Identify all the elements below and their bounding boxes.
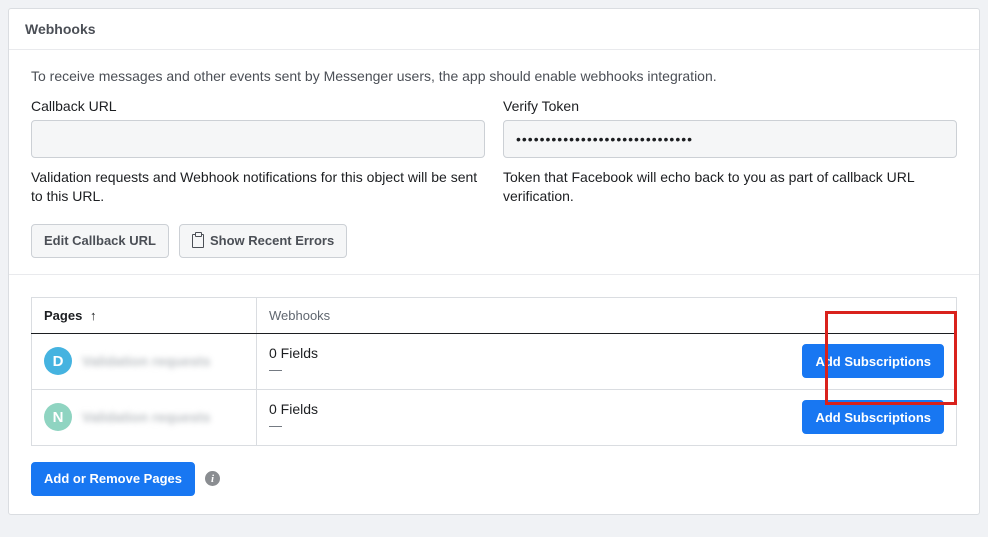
webhooks-cell: 0 Fields — Add Subscriptions — [257, 389, 957, 445]
page-cell: D Validation requests — [32, 333, 257, 389]
card-header: Webhooks — [9, 9, 979, 50]
add-subscriptions-button[interactable]: Add Subscriptions — [802, 344, 944, 378]
webhooks-card: Webhooks To receive messages and other e… — [8, 8, 980, 515]
callback-url-help: Validation requests and Webhook notifica… — [31, 168, 485, 206]
sort-ascending-icon: ↑ — [90, 308, 97, 323]
page-cell: N Validation requests — [32, 389, 257, 445]
page-name: Validation requests — [82, 409, 210, 425]
show-recent-errors-button[interactable]: Show Recent Errors — [179, 224, 347, 258]
callback-url-input[interactable] — [31, 120, 485, 158]
fields-info: 0 Fields — — [269, 344, 318, 379]
pages-column-label: Pages — [44, 308, 82, 323]
pages-column-header[interactable]: Pages ↑ — [32, 297, 257, 333]
fields-dash: — — [269, 362, 318, 379]
table-row: N Validation requests 0 Fields — Add Sub… — [32, 389, 957, 445]
fields-count: 0 Fields — [269, 400, 318, 418]
verify-token-label: Verify Token — [503, 98, 957, 114]
fields-count: 0 Fields — [269, 344, 318, 362]
webhooks-column-header: Webhooks — [257, 297, 957, 333]
fields-dash: — — [269, 418, 318, 435]
avatar: D — [44, 347, 72, 375]
page-name: Validation requests — [82, 353, 210, 369]
table-row: D Validation requests 0 Fields — Add Sub… — [32, 333, 957, 389]
form-row: Callback URL Verify Token — [31, 98, 957, 158]
add-subscriptions-button[interactable]: Add Subscriptions — [802, 400, 944, 434]
add-or-remove-pages-label: Add or Remove Pages — [44, 471, 182, 486]
info-icon[interactable]: i — [205, 471, 220, 486]
edit-callback-url-button[interactable]: Edit Callback URL — [31, 224, 169, 258]
table-section: Pages ↑ Webhooks D Validation requests — [9, 275, 979, 514]
card-body: To receive messages and other events sen… — [9, 50, 979, 274]
footer-row: Add or Remove Pages i — [31, 462, 957, 496]
avatar: N — [44, 403, 72, 431]
button-row: Edit Callback URL Show Recent Errors — [31, 224, 957, 258]
edit-callback-url-label: Edit Callback URL — [44, 233, 156, 248]
verify-token-col: Verify Token — [503, 98, 957, 158]
pages-table: Pages ↑ Webhooks D Validation requests — [31, 297, 957, 446]
card-title: Webhooks — [25, 21, 96, 37]
webhooks-column-label: Webhooks — [269, 308, 330, 323]
add-subscriptions-label: Add Subscriptions — [815, 410, 931, 425]
help-row: Validation requests and Webhook notifica… — [31, 168, 957, 206]
callback-url-label: Callback URL — [31, 98, 485, 114]
intro-text: To receive messages and other events sen… — [31, 68, 957, 84]
webhooks-cell: 0 Fields — Add Subscriptions — [257, 333, 957, 389]
verify-token-help: Token that Facebook will echo back to yo… — [503, 168, 957, 206]
add-or-remove-pages-button[interactable]: Add or Remove Pages — [31, 462, 195, 496]
add-subscriptions-label: Add Subscriptions — [815, 354, 931, 369]
show-recent-errors-label: Show Recent Errors — [210, 233, 334, 248]
fields-info: 0 Fields — — [269, 400, 318, 435]
clipboard-icon — [192, 234, 204, 248]
verify-token-input[interactable] — [503, 120, 957, 158]
callback-url-col: Callback URL — [31, 98, 485, 158]
